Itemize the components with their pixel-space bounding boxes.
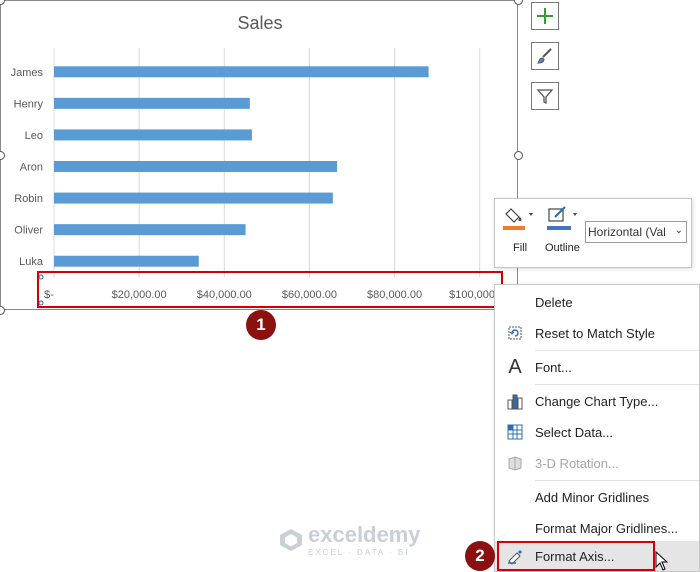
font-icon: A: [508, 355, 522, 378]
menu-item-label: Select Data...: [535, 424, 614, 440]
brush-icon: [536, 48, 552, 64]
reset-style-icon: [508, 326, 522, 340]
resize-handle-bottom-left[interactable]: [0, 306, 5, 315]
y-category-label: Leo: [25, 130, 43, 142]
menu-item-label: Change Chart Type...: [535, 393, 659, 409]
mouse-cursor-icon: [655, 551, 669, 571]
fill-button[interactable]: Fill: [503, 205, 541, 259]
y-category-label: Henry: [14, 98, 44, 110]
step-1-badge: 1: [246, 310, 276, 340]
menu-item-delete[interactable]: Delete: [495, 287, 699, 317]
bar-robin[interactable]: [54, 192, 333, 204]
bar-chart: $- $20,000.00 $40,000.00 $60,000.00 $80,000.…: [11, 48, 510, 306]
format-axis-highlight-box: [497, 541, 655, 571]
chart-styles-button[interactable]: [531, 42, 559, 70]
menu-item-label: Reset to Match Style: [535, 325, 655, 341]
select-data-icon: [507, 424, 523, 440]
bar-leo[interactable]: [54, 129, 252, 141]
menu-item-label: Delete: [535, 294, 573, 310]
menu-item-font[interactable]: A Font...: [495, 352, 699, 382]
chevron-down-icon: ⌄: [674, 225, 683, 236]
y-category-label: James: [11, 67, 44, 79]
bar-luka[interactable]: [54, 255, 199, 267]
menu-item-reset-to-match-style[interactable]: Reset to Match Style: [495, 318, 699, 348]
watermark-brand: exceldemy: [308, 522, 421, 547]
bar-aron[interactable]: [54, 161, 338, 172]
bar-henry[interactable]: [54, 97, 250, 109]
menu-item-format-major-gridlines[interactable]: Format Major Gridlines...: [495, 513, 699, 543]
menu-separator: [535, 480, 699, 481]
menu-separator: [535, 350, 699, 351]
chart-type-icon: [507, 394, 523, 410]
menu-item-select-data[interactable]: Select Data...: [495, 417, 699, 447]
chart-filters-button[interactable]: [531, 82, 559, 110]
resize-handle-right[interactable]: [514, 151, 523, 160]
plus-icon: [537, 8, 553, 24]
filter-icon: [536, 89, 554, 105]
menu-item-add-minor-gridlines[interactable]: Add Minor Gridlines: [495, 482, 699, 512]
outline-color-swatch: [547, 226, 571, 230]
watermark: exceldemy EXCEL · DATA · BI: [278, 522, 421, 557]
context-menu: Delete Reset to Match Style A Font... Ch…: [494, 284, 700, 572]
pen-outline-icon: [547, 206, 577, 230]
chart-elements-button[interactable]: [531, 2, 559, 30]
axis-highlight-box: [37, 271, 503, 308]
fill-color-swatch: [503, 226, 525, 230]
bar-oliver[interactable]: [54, 224, 246, 236]
menu-item-change-chart-type[interactable]: Change Chart Type...: [495, 386, 699, 416]
menu-separator: [535, 384, 699, 385]
outline-button[interactable]: Outline: [543, 205, 585, 259]
chart-area[interactable]: Sales $- $20,000.00 $40,000.00 $60,000.00 $8…: [0, 0, 518, 310]
fill-label: Fill: [513, 242, 528, 254]
format-mini-toolbar: Fill Outline Horizontal (Val ⌄: [494, 198, 692, 268]
resize-handle-top-right[interactable]: [514, 0, 523, 5]
paint-bucket-icon: [503, 208, 533, 230]
exceldemy-logo-icon: [280, 528, 302, 551]
y-category-label: Oliver: [14, 225, 43, 237]
step-2-badge: 2: [465, 541, 495, 571]
menu-item-label: Format Major Gridlines...: [535, 520, 679, 536]
menu-item-label: 3-D Rotation...: [535, 455, 619, 471]
menu-item-label: Font...: [535, 359, 572, 375]
y-category-label: Aron: [20, 162, 43, 174]
y-category-label: Robin: [14, 193, 43, 205]
outline-label: Outline: [545, 242, 580, 254]
menu-item-label: Add Minor Gridlines: [535, 489, 650, 505]
watermark-tagline: EXCEL · DATA · BI: [308, 548, 410, 557]
y-category-label: Luka: [19, 256, 44, 268]
chart-element-selector-value: Horizontal (Val: [588, 225, 666, 239]
menu-item-3d-rotation: 3-D Rotation...: [495, 448, 699, 478]
chart-element-selector[interactable]: Horizontal (Val ⌄: [585, 221, 687, 243]
bar-james[interactable]: [54, 66, 429, 78]
rotation-icon: [508, 456, 522, 471]
